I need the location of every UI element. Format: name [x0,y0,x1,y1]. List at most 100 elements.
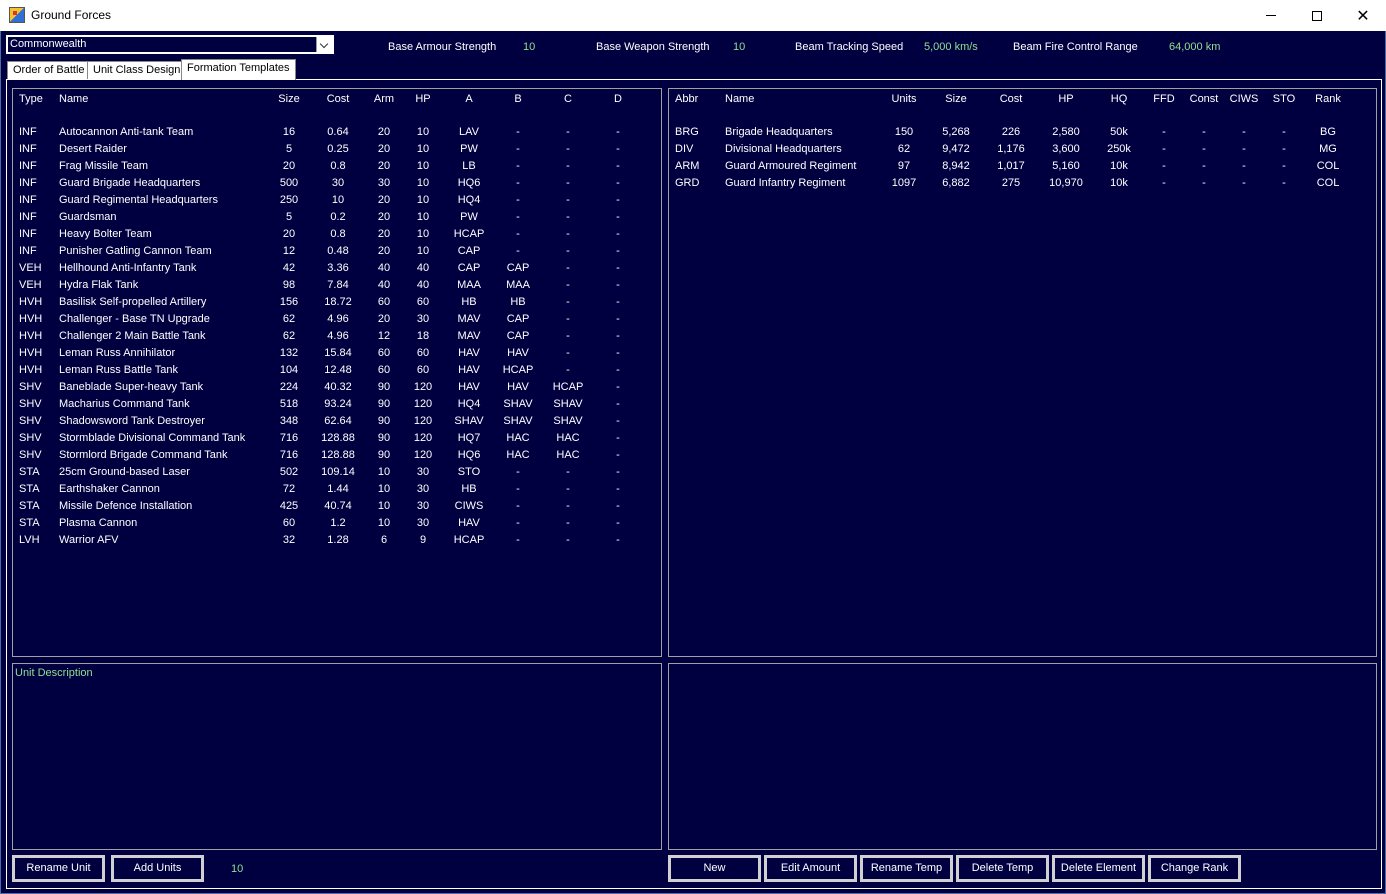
unit-row-cell-cost[interactable]: 12.48 [324,364,352,376]
unit-row-cell-c[interactable]: - [566,296,570,308]
unit-row-cell-cost[interactable]: 62.64 [324,415,352,427]
unit-row-cell-a[interactable]: LB [462,160,475,172]
unit-row-cell-a[interactable]: HAV [458,364,480,376]
unit-row-cell-hp[interactable]: 40 [417,262,429,274]
unit-row-cell-arm[interactable]: 90 [378,381,390,393]
unit-row-cell-c[interactable]: - [566,126,570,138]
unit-row-cell-hp[interactable]: 60 [417,296,429,308]
unit-row-cell-d[interactable]: - [616,500,620,512]
unit-row-cell-name[interactable]: Guard Brigade Headquarters [59,177,200,189]
unit-row-cell-name[interactable]: Autocannon Anti-tank Team [59,126,193,138]
unit-row-cell-name[interactable]: Punisher Gatling Cannon Team [59,245,212,257]
template-row-cell-abbr[interactable]: DIV [675,143,693,155]
unit-row-cell-d[interactable]: - [616,432,620,444]
template-row-cell-ffd[interactable]: - [1162,160,1166,172]
template-row-cell-name[interactable]: Brigade Headquarters [725,126,833,138]
unit-row-cell-size[interactable]: 224 [280,381,298,393]
unit-row-cell-d[interactable]: - [616,262,620,274]
unit-row-cell-c[interactable]: - [566,330,570,342]
unit-row-cell-a[interactable]: CAP [458,245,481,257]
unit-row-cell-d[interactable]: - [616,364,620,376]
delete-element-button[interactable]: Delete Element [1052,855,1145,882]
template-row-cell-hp[interactable]: 10,970 [1049,177,1083,189]
unit-row-cell-arm[interactable]: 90 [378,415,390,427]
unit-row-cell-d[interactable]: - [616,279,620,291]
column-header-d[interactable]: D [614,93,622,105]
unit-row-cell-cost[interactable]: 18.72 [324,296,352,308]
unit-row-cell-arm[interactable]: 12 [378,330,390,342]
unit-row-cell-cost[interactable]: 1.2 [330,517,345,529]
unit-row-cell-cost[interactable]: 30 [332,177,344,189]
unit-row-cell-size[interactable]: 20 [283,228,295,240]
unit-row-cell-arm[interactable]: 10 [378,517,390,529]
unit-row-cell-name[interactable]: Heavy Bolter Team [59,228,152,240]
unit-row-cell-hp[interactable]: 10 [417,126,429,138]
template-row-cell-const[interactable]: - [1202,177,1206,189]
rename-unit-button[interactable]: Rename Unit [12,855,105,882]
unit-row-cell-c[interactable]: - [566,228,570,240]
unit-row-cell-cost[interactable]: 4.96 [327,313,348,325]
template-row-cell-rank[interactable]: COL [1317,177,1340,189]
unit-row-cell-c[interactable]: - [566,177,570,189]
unit-row-cell-b[interactable]: CAP [507,313,530,325]
template-row-cell-name[interactable]: Guard Armoured Regiment [725,160,856,172]
unit-row-cell-a[interactable]: HCAP [454,228,485,240]
unit-row-cell-hp[interactable]: 10 [417,160,429,172]
unit-row-cell-b[interactable]: CAP [507,330,530,342]
column-header-abbr[interactable]: Abbr [675,93,698,105]
template-row-cell-hp[interactable]: 3,600 [1052,143,1080,155]
unit-row-cell-arm[interactable]: 10 [378,483,390,495]
template-row-cell-const[interactable]: - [1202,160,1206,172]
template-row-cell-size[interactable]: 8,942 [942,160,970,172]
template-row-cell-hp[interactable]: 5,160 [1052,160,1080,172]
template-row-cell-ciws[interactable]: - [1242,126,1246,138]
unit-row-cell-d[interactable]: - [616,245,620,257]
template-row-cell-size[interactable]: 9,472 [942,143,970,155]
template-row-cell-hq[interactable]: 10k [1110,177,1128,189]
template-row-cell-units[interactable]: 97 [898,160,910,172]
unit-row-cell-cost[interactable]: 0.64 [327,126,348,138]
unit-row-cell-a[interactable]: HAV [458,381,480,393]
unit-row-cell-arm[interactable]: 60 [378,296,390,308]
unit-row-cell-d[interactable]: - [616,228,620,240]
unit-row-cell-hp[interactable]: 60 [417,347,429,359]
unit-row-cell-c[interactable]: SHAV [553,398,582,410]
unit-row-cell-a[interactable]: LAV [459,126,479,138]
unit-row-cell-name[interactable]: Stormlord Brigade Command Tank [59,449,228,461]
unit-row-cell-type[interactable]: STA [19,483,40,495]
unit-row-cell-d[interactable]: - [616,381,620,393]
unit-row-cell-hp[interactable]: 30 [417,517,429,529]
unit-row-cell-a[interactable]: HQ4 [458,194,481,206]
unit-row-cell-a[interactable]: CAP [458,262,481,274]
unit-row-cell-type[interactable]: INF [19,228,37,240]
unit-row-cell-arm[interactable]: 20 [378,228,390,240]
template-row-cell-abbr[interactable]: BRG [675,126,699,138]
unit-row-cell-d[interactable]: - [616,483,620,495]
unit-row-cell-type[interactable]: STA [19,517,40,529]
unit-row-cell-hp[interactable]: 10 [417,143,429,155]
unit-row-cell-cost[interactable]: 0.8 [330,160,345,172]
unit-row-cell-name[interactable]: Desert Raider [59,143,127,155]
unit-row-cell-b[interactable]: - [516,160,520,172]
unit-row-cell-d[interactable]: - [616,347,620,359]
unit-row-cell-cost[interactable]: 109.14 [321,466,355,478]
template-row-cell-cost[interactable]: 1,176 [997,143,1025,155]
unit-row-cell-name[interactable]: Baneblade Super-heavy Tank [59,381,203,393]
unit-row-cell-cost[interactable]: 0.8 [330,228,345,240]
template-row-cell-rank[interactable]: COL [1317,160,1340,172]
column-header-hq[interactable]: HQ [1111,93,1128,105]
unit-row-cell-size[interactable]: 72 [283,483,295,495]
tab-unit-class-design[interactable]: Unit Class Design [87,61,187,80]
template-row-cell-cost[interactable]: 1,017 [997,160,1025,172]
unit-row-cell-cost[interactable]: 93.24 [324,398,352,410]
unit-row-cell-d[interactable]: - [616,449,620,461]
unit-row-cell-size[interactable]: 156 [280,296,298,308]
unit-row-cell-b[interactable]: HAV [507,347,529,359]
template-row-cell-cost[interactable]: 275 [1002,177,1020,189]
race-select[interactable]: Commonwealth [6,35,334,54]
unit-row-cell-size[interactable]: 425 [280,500,298,512]
unit-row-cell-c[interactable]: HCAP [553,381,584,393]
unit-row-cell-type[interactable]: HVH [19,364,42,376]
unit-row-cell-name[interactable]: 25cm Ground-based Laser [59,466,190,478]
column-header-c[interactable]: C [564,93,572,105]
